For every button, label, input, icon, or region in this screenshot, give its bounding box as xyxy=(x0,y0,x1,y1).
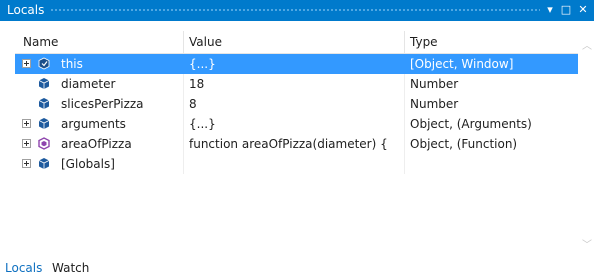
variable-name: arguments xyxy=(61,117,126,131)
variable-type: Number xyxy=(410,77,459,91)
variable-type: Object, (Function) xyxy=(410,137,518,151)
tab-watch[interactable]: Watch xyxy=(52,261,89,275)
variable-name: areaOfPizza xyxy=(61,137,132,151)
expand-icon[interactable] xyxy=(22,59,31,68)
function-icon xyxy=(38,137,50,150)
title-bar[interactable]: Locals ▾ □ ✕ xyxy=(0,0,594,21)
maximize-icon[interactable]: □ xyxy=(558,1,574,19)
cell-separator xyxy=(183,134,184,154)
expand-icon[interactable] xyxy=(22,119,31,128)
scroll-down-icon[interactable]: ﹀ xyxy=(582,236,592,251)
cell-separator xyxy=(183,74,184,94)
object-icon xyxy=(38,57,50,70)
cell-separator xyxy=(404,154,405,174)
cell-separator xyxy=(183,154,184,174)
vertical-scrollbar[interactable]: ︿ ﹀ xyxy=(578,31,594,253)
variable-icon xyxy=(38,157,50,170)
variable-icon xyxy=(38,97,50,110)
column-header-type[interactable]: Type xyxy=(410,35,438,49)
cell-separator xyxy=(404,54,405,74)
table-row[interactable]: this {...} [Object, Window] xyxy=(15,54,578,74)
variable-name: slicesPerPizza xyxy=(61,97,144,111)
column-header-name[interactable]: Name xyxy=(23,35,58,49)
window-title: Locals xyxy=(7,3,45,17)
table-row[interactable]: [Globals] xyxy=(15,154,578,174)
cell-separator xyxy=(404,74,405,94)
tab-locals[interactable]: Locals xyxy=(5,261,42,275)
variable-type: Object, (Arguments) xyxy=(410,117,532,131)
grid-header: Name Value Type xyxy=(15,31,578,54)
expand-icon[interactable] xyxy=(22,159,31,168)
column-separator[interactable] xyxy=(183,31,184,53)
cell-separator xyxy=(183,114,184,134)
variable-icon xyxy=(38,77,50,90)
locals-window: Locals ▾ □ ✕ Name Value Type this {...} [O… xyxy=(0,0,594,278)
table-row[interactable]: diameter 18 Number xyxy=(15,74,578,94)
variable-value[interactable]: 8 xyxy=(189,97,197,111)
variable-icon xyxy=(38,117,50,130)
variable-value[interactable]: {...} xyxy=(189,117,216,131)
dropdown-icon[interactable]: ▾ xyxy=(542,1,558,19)
variable-value[interactable]: 18 xyxy=(189,77,204,91)
cell-separator xyxy=(404,94,405,114)
expand-icon[interactable] xyxy=(22,139,31,148)
table-row[interactable]: slicesPerPizza 8 Number xyxy=(15,94,578,114)
variable-value[interactable]: function areaOfPizza(diameter) { xyxy=(189,137,388,151)
cell-separator xyxy=(183,94,184,114)
cell-separator xyxy=(404,134,405,154)
variable-type: [Object, Window] xyxy=(410,57,514,71)
column-header-value[interactable]: Value xyxy=(189,35,222,49)
cell-separator xyxy=(183,54,184,74)
drag-grip[interactable] xyxy=(50,8,540,13)
variable-name: this xyxy=(61,57,83,71)
column-separator[interactable] xyxy=(404,31,405,53)
cell-separator xyxy=(404,114,405,134)
close-icon[interactable]: ✕ xyxy=(575,1,591,19)
variable-name: diameter xyxy=(61,77,116,91)
variable-type: Number xyxy=(410,97,459,111)
table-row[interactable]: arguments {...} Object, (Arguments) xyxy=(15,114,578,134)
tool-window-tabs: Locals Watch xyxy=(0,256,594,278)
locals-grid: Name Value Type this {...} [Object, Window… xyxy=(15,31,578,253)
table-row[interactable]: areaOfPizza function areaOfPizza(diameter… xyxy=(15,134,578,154)
variable-name: [Globals] xyxy=(61,157,115,171)
variable-value[interactable]: {...} xyxy=(189,57,216,71)
scroll-up-icon[interactable]: ︿ xyxy=(582,37,592,52)
